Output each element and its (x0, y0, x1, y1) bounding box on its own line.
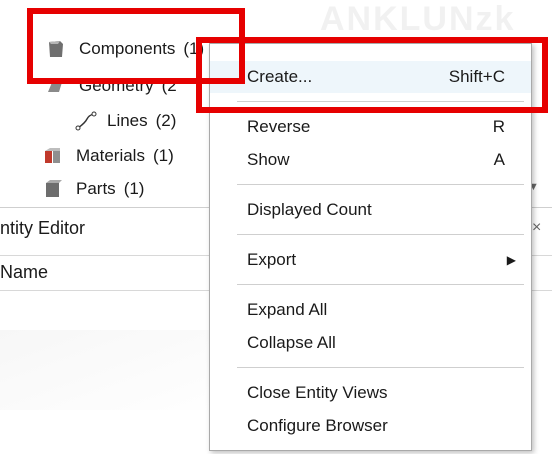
tree-item-geometry[interactable]: Geometry (2 (45, 73, 177, 99)
tree-item-parts[interactable]: Parts (1) (42, 176, 144, 202)
column-header-name[interactable]: Name (0, 262, 48, 283)
menu-item-collapse-all[interactable]: Collapse All (210, 327, 531, 359)
menu-item-close-entity-views[interactable]: Close Entity Views (210, 377, 531, 409)
menu-item-configure-browser[interactable]: Configure Browser (210, 410, 531, 442)
menu-item-label: Displayed Count (247, 200, 372, 219)
menu-separator (237, 184, 524, 185)
menu-item-label: Close Entity Views (247, 383, 388, 402)
geometry-icon (45, 76, 67, 96)
menu-item-label: Configure Browser (247, 416, 388, 435)
tree-item-label: Components (79, 39, 176, 58)
menu-item-label: Expand All (247, 300, 328, 319)
tree-item-label: Geometry (79, 76, 154, 95)
material-icon (42, 146, 64, 166)
tree-item-count: (2) (155, 111, 177, 130)
menu-item-shortcut: R (492, 117, 505, 136)
tree-item-count: (1) (152, 146, 174, 165)
menu-separator (237, 234, 524, 235)
menu-item-show[interactable]: Show A (210, 144, 531, 176)
menu-item-displayed-count[interactable]: Displayed Count (210, 194, 531, 226)
menu-item-label: Export (247, 250, 297, 269)
menu-item-label: Show (247, 150, 290, 169)
tree-item-label: Lines (107, 111, 148, 130)
tree-item-label: Materials (76, 146, 145, 165)
menu-item-label: Collapse All (247, 333, 336, 352)
background-watermark: ANKLUNzk (320, 0, 516, 38)
menu-item-expand-all[interactable]: Expand All (210, 294, 531, 326)
menu-item-reverse[interactable]: Reverse R (210, 111, 531, 143)
tree-item-materials[interactable]: Materials (1) (42, 143, 174, 169)
menu-item-export[interactable]: Export ▶ (210, 244, 531, 276)
tree-item-components[interactable]: Components (1) (45, 36, 204, 62)
menu-separator (237, 367, 524, 368)
tree-item-count: (2 (161, 76, 177, 95)
menu-item-label: Reverse (247, 117, 311, 136)
close-icon[interactable]: × (532, 219, 541, 237)
menu-item-shortcut: A (493, 150, 505, 169)
tree-item-count: (1) (183, 39, 205, 58)
context-menu: Create... Shift+C Reverse R Show A Displ… (209, 43, 532, 451)
submenu-arrow-icon: ▶ (506, 253, 516, 267)
tree-item-lines[interactable]: Lines (2) (75, 108, 176, 134)
menu-item-label: Create... (247, 67, 313, 86)
entity-editor-title: ntity Editor (0, 218, 86, 238)
part-icon (42, 179, 64, 199)
menu-item-shortcut: Shift+C (448, 67, 505, 86)
menu-separator (237, 284, 524, 285)
tree-item-count: (1) (123, 179, 145, 198)
tree-item-label: Parts (76, 179, 116, 198)
menu-separator (237, 101, 524, 102)
menu-item-create[interactable]: Create... Shift+C (210, 61, 531, 93)
component-icon (45, 39, 67, 59)
line-icon (75, 111, 97, 131)
